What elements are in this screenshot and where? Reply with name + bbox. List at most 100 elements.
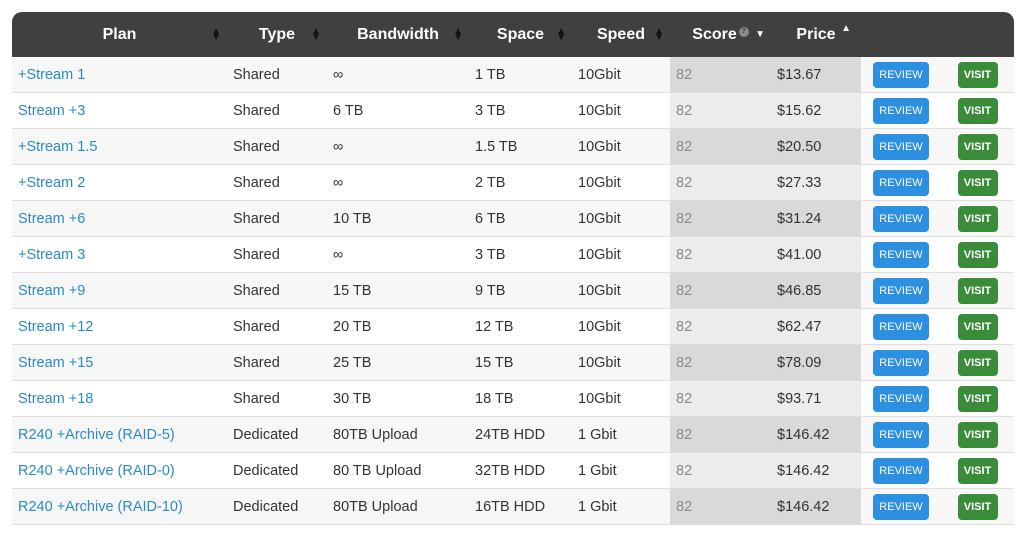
- bandwidth-cell: 80TB Upload: [327, 416, 469, 453]
- visit-button[interactable]: VISIT: [957, 241, 998, 268]
- visit-cell: VISIT: [941, 488, 1014, 525]
- plan-cell: R240 +Archive (RAID-10): [12, 488, 227, 525]
- speed-cell: 1 Gbit: [572, 452, 670, 489]
- speed-cell: 10Gbit: [572, 200, 670, 237]
- column-header-bandwidth[interactable]: Bandwidth ▲ ▼: [327, 12, 469, 57]
- visit-button[interactable]: VISIT: [957, 169, 998, 196]
- visit-button[interactable]: VISIT: [957, 349, 998, 376]
- type-cell: Dedicated: [227, 452, 327, 489]
- bandwidth-cell: 10 TB: [327, 200, 469, 237]
- sort-both-icon[interactable]: ▲ ▼: [654, 26, 664, 42]
- plan-link[interactable]: Stream +6: [18, 211, 85, 227]
- plan-link[interactable]: R240 +Archive (RAID-10): [18, 499, 183, 515]
- review-button[interactable]: REVIEW: [873, 61, 929, 88]
- plan-cell: +Stream 1: [12, 57, 227, 93]
- review-cell: REVIEW: [861, 272, 941, 309]
- review-button[interactable]: REVIEW: [873, 277, 929, 304]
- review-button[interactable]: REVIEW: [873, 385, 929, 412]
- review-cell: REVIEW: [861, 308, 941, 345]
- price-cell: $146.42: [771, 488, 861, 525]
- review-button[interactable]: REVIEW: [873, 169, 929, 196]
- score-cell: 82: [670, 164, 771, 201]
- plan-link[interactable]: +Stream 3: [18, 247, 85, 263]
- plan-link[interactable]: R240 +Archive (RAID-5): [18, 427, 175, 443]
- column-header-price[interactable]: Price ▲: [771, 12, 861, 57]
- table-row: +Stream 1.5 Shared ∞ 1.5 TB 10Gbit 82 $2…: [12, 128, 1014, 165]
- type-cell: Shared: [227, 164, 327, 201]
- bandwidth-cell: ∞: [327, 164, 469, 201]
- review-cell: REVIEW: [861, 344, 941, 381]
- review-cell: REVIEW: [861, 164, 941, 201]
- score-cell: 82: [670, 236, 771, 273]
- plan-link[interactable]: +Stream 2: [18, 175, 85, 191]
- review-button[interactable]: REVIEW: [873, 313, 929, 340]
- column-header-type[interactable]: Type ▲ ▼: [227, 12, 327, 57]
- plan-link[interactable]: +Stream 1: [18, 67, 85, 83]
- visit-button[interactable]: VISIT: [957, 421, 998, 448]
- bandwidth-cell: ∞: [327, 57, 469, 93]
- type-cell: Shared: [227, 272, 327, 309]
- table-row: Stream +3 Shared 6 TB 3 TB 10Gbit 82 $15…: [12, 92, 1014, 129]
- review-button[interactable]: REVIEW: [873, 205, 929, 232]
- visit-button[interactable]: VISIT: [957, 277, 998, 304]
- column-label: Bandwidth: [357, 25, 439, 43]
- sort-both-icon[interactable]: ▲ ▼: [211, 26, 221, 42]
- plan-link[interactable]: Stream +3: [18, 103, 85, 119]
- visit-cell: VISIT: [941, 272, 1014, 309]
- plan-link[interactable]: R240 +Archive (RAID-0): [18, 463, 175, 479]
- sort-descending-icon[interactable]: ▼: [755, 29, 765, 39]
- plan-link[interactable]: Stream +12: [18, 319, 93, 335]
- plan-cell: +Stream 3: [12, 236, 227, 273]
- review-button[interactable]: REVIEW: [873, 241, 929, 268]
- review-button[interactable]: REVIEW: [873, 133, 929, 160]
- column-label: Plan: [102, 25, 137, 43]
- sort-both-icon[interactable]: ▲ ▼: [311, 26, 321, 42]
- visit-button[interactable]: VISIT: [957, 313, 998, 340]
- review-cell: REVIEW: [861, 416, 941, 453]
- visit-cell: VISIT: [941, 128, 1014, 165]
- visit-button[interactable]: VISIT: [957, 385, 998, 412]
- review-button[interactable]: REVIEW: [873, 457, 929, 484]
- space-cell: 12 TB: [469, 308, 572, 345]
- space-cell: 32TB HDD: [469, 452, 572, 489]
- column-header-speed[interactable]: Speed ▲ ▼: [572, 12, 670, 57]
- review-button[interactable]: REVIEW: [873, 493, 929, 520]
- plan-link[interactable]: Stream +18: [18, 391, 93, 407]
- score-cell: 82: [670, 344, 771, 381]
- space-cell: 24TB HDD: [469, 416, 572, 453]
- visit-cell: VISIT: [941, 416, 1014, 453]
- sort-both-icon[interactable]: ▲ ▼: [556, 26, 566, 42]
- visit-button[interactable]: VISIT: [957, 61, 998, 88]
- plan-cell: +Stream 1.5: [12, 128, 227, 165]
- visit-button[interactable]: VISIT: [957, 493, 998, 520]
- visit-cell: VISIT: [941, 344, 1014, 381]
- review-button[interactable]: REVIEW: [873, 421, 929, 448]
- plan-link[interactable]: +Stream 1.5: [18, 139, 97, 155]
- price-cell: $13.67: [771, 57, 861, 93]
- speed-cell: 10Gbit: [572, 272, 670, 309]
- visit-button[interactable]: VISIT: [957, 133, 998, 160]
- review-button[interactable]: REVIEW: [873, 97, 929, 124]
- plan-link[interactable]: Stream +15: [18, 355, 93, 371]
- speed-cell: 10Gbit: [572, 92, 670, 129]
- score-cell: 82: [670, 57, 771, 93]
- score-cell: 82: [670, 308, 771, 345]
- column-header-score[interactable]: Score? ▼: [670, 12, 771, 57]
- column-header-plan[interactable]: Plan ▲ ▼: [12, 12, 227, 57]
- visit-button[interactable]: VISIT: [957, 97, 998, 124]
- visit-cell: VISIT: [941, 452, 1014, 489]
- plan-cell: +Stream 2: [12, 164, 227, 201]
- plan-link[interactable]: Stream +9: [18, 283, 85, 299]
- price-cell: $62.47: [771, 308, 861, 345]
- sort-both-icon[interactable]: ▲ ▼: [453, 26, 463, 42]
- bandwidth-cell: 80 TB Upload: [327, 452, 469, 489]
- review-cell: REVIEW: [861, 380, 941, 417]
- visit-button[interactable]: VISIT: [957, 205, 998, 232]
- review-button[interactable]: REVIEW: [873, 349, 929, 376]
- visit-cell: VISIT: [941, 92, 1014, 129]
- visit-button[interactable]: VISIT: [957, 457, 998, 484]
- space-cell: 6 TB: [469, 200, 572, 237]
- column-header-space[interactable]: Space ▲ ▼: [469, 12, 572, 57]
- sort-ascending-icon[interactable]: ▲: [841, 24, 851, 34]
- info-icon[interactable]: ?: [738, 27, 749, 38]
